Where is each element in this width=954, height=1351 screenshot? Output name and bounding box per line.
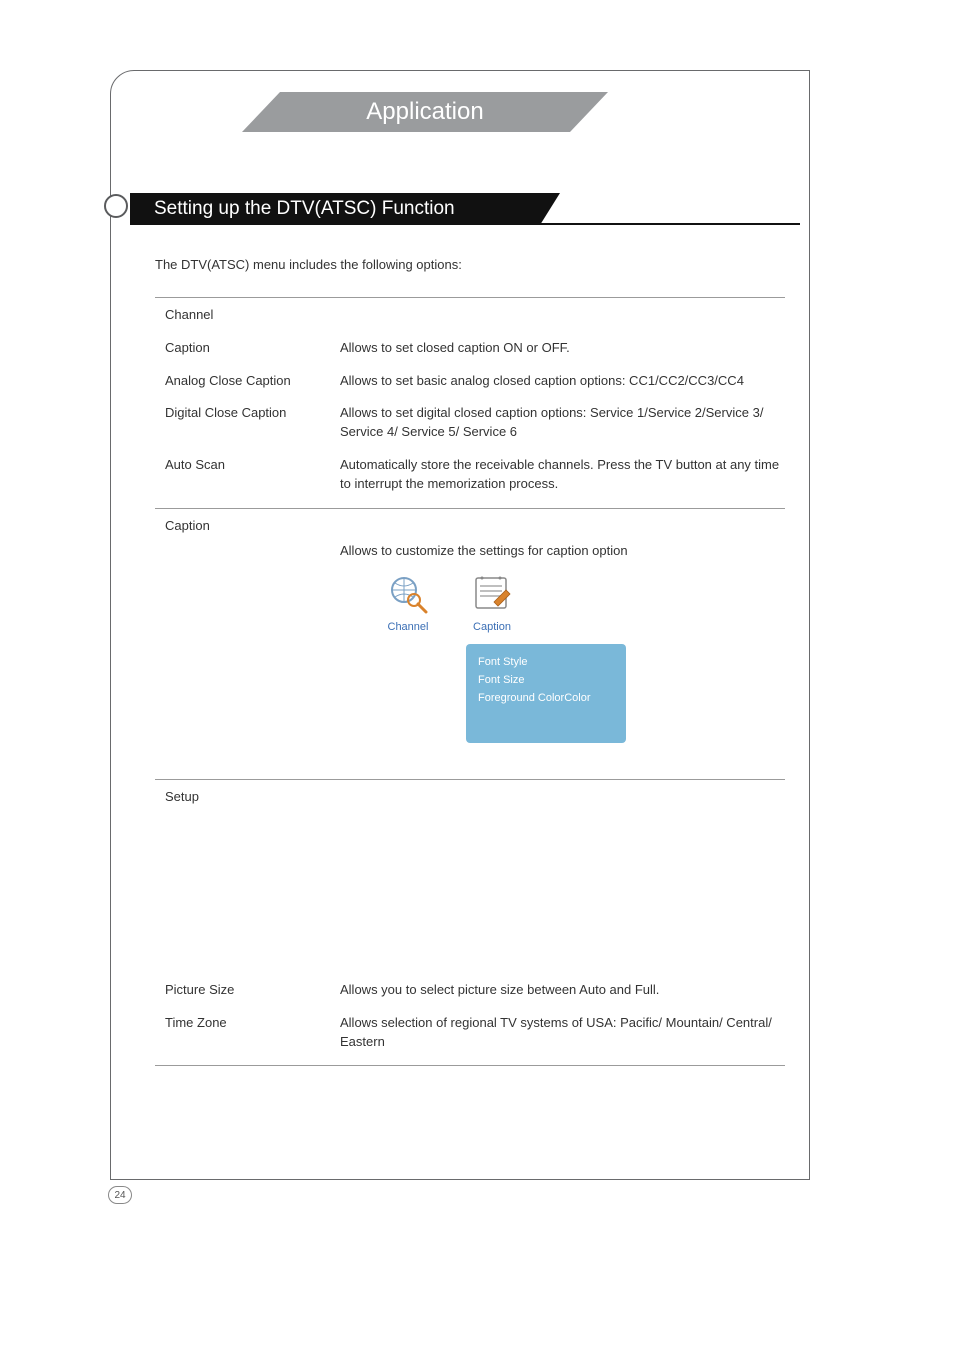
section-title-bar: Setting up the DTV(ATSC) Function bbox=[130, 193, 540, 225]
icons-container: Channel Caption bbox=[340, 564, 785, 773]
caption-submenu: Font Style Font Size Foreground ColorCol… bbox=[466, 644, 626, 743]
application-tab: Application bbox=[280, 92, 570, 132]
divider bbox=[155, 297, 785, 298]
empty bbox=[155, 564, 340, 773]
tab-left-wing bbox=[242, 92, 280, 132]
option-label: Time Zone bbox=[155, 1014, 340, 1052]
option-label: Digital Close Caption bbox=[155, 404, 340, 442]
option-desc: Allows to set basic analog closed captio… bbox=[340, 372, 785, 391]
option-desc: Allows to customize the settings for cap… bbox=[340, 542, 785, 561]
group-header-row: Caption bbox=[155, 517, 785, 536]
option-label: Analog Close Caption bbox=[155, 372, 340, 391]
table-row: Time Zone Allows selection of regional T… bbox=[155, 1014, 785, 1052]
notepad-icon bbox=[470, 574, 514, 620]
group-header-row: Channel bbox=[155, 306, 785, 325]
empty bbox=[340, 517, 785, 536]
option-label: Picture Size bbox=[155, 981, 340, 1000]
option-desc: Automatically store the receivable chann… bbox=[340, 456, 785, 494]
corner-circle-icon bbox=[104, 194, 128, 218]
table-row: Picture Size Allows you to select pictur… bbox=[155, 981, 785, 1000]
group1-header: Channel bbox=[155, 306, 340, 325]
empty bbox=[340, 788, 785, 807]
option-desc: Allows to set closed caption ON or OFF. bbox=[340, 339, 785, 358]
submenu-item: Foreground ColorColor bbox=[478, 690, 614, 708]
empty bbox=[155, 542, 340, 561]
table-row: Allows to customize the settings for cap… bbox=[155, 542, 785, 561]
channel-icon-col: Channel bbox=[386, 574, 430, 636]
icon-label: Caption bbox=[473, 620, 511, 636]
table-row: Caption Allows to set closed caption ON … bbox=[155, 339, 785, 358]
page-number-badge: 24 bbox=[108, 1186, 132, 1204]
option-desc: Allows selection of regional TV systems … bbox=[340, 1014, 785, 1052]
caption-icon-col: Caption bbox=[470, 574, 514, 636]
section-title: Setting up the DTV(ATSC) Function bbox=[154, 198, 455, 220]
tab-right-wing bbox=[570, 92, 608, 132]
empty bbox=[340, 306, 785, 325]
group-header-row: Setup bbox=[155, 788, 785, 807]
icon-label: Channel bbox=[388, 620, 429, 636]
divider bbox=[155, 779, 785, 780]
content-area: The DTV(ATSC) menu includes the followin… bbox=[155, 256, 785, 1074]
globe-search-icon bbox=[386, 574, 430, 620]
icons-wrapper: Channel Caption bbox=[155, 564, 785, 773]
group2-header: Caption bbox=[155, 517, 340, 536]
submenu-item: Font Size bbox=[478, 672, 614, 690]
divider bbox=[155, 508, 785, 509]
tab-label: Application bbox=[280, 92, 570, 132]
option-label: Caption bbox=[155, 339, 340, 358]
submenu-item: Font Style bbox=[478, 654, 614, 672]
divider bbox=[155, 1065, 785, 1066]
option-desc: Allows to set digital closed caption opt… bbox=[340, 404, 785, 442]
group3-header: Setup bbox=[155, 788, 340, 807]
option-desc: Allows you to select picture size betwee… bbox=[340, 981, 785, 1000]
intro-text: The DTV(ATSC) menu includes the followin… bbox=[155, 256, 785, 275]
option-label: Auto Scan bbox=[155, 456, 340, 494]
page-number: 24 bbox=[114, 1190, 125, 1201]
table-row: Analog Close Caption Allows to set basic… bbox=[155, 372, 785, 391]
table-row: Digital Close Caption Allows to set digi… bbox=[155, 404, 785, 442]
setup-blank-area bbox=[155, 821, 785, 981]
table-row: Auto Scan Automatically store the receiv… bbox=[155, 456, 785, 494]
